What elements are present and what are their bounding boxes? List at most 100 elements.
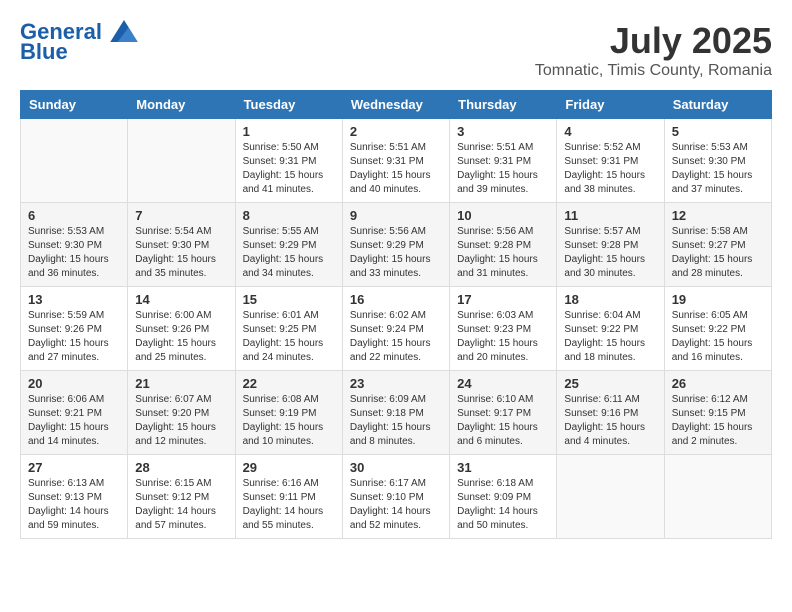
day-number: 23: [350, 376, 442, 391]
calendar-cell: 31 Sunrise: 6:18 AMSunset: 9:09 PMDayligh…: [450, 455, 557, 539]
day-number: 9: [350, 208, 442, 223]
day-number: 10: [457, 208, 549, 223]
day-number: 11: [564, 208, 656, 223]
day-info: Sunrise: 5:53 AMSunset: 9:30 PMDaylight:…: [672, 141, 764, 197]
day-number: 28: [135, 460, 227, 475]
calendar-cell: 3 Sunrise: 5:51 AMSunset: 9:31 PMDaylight…: [450, 119, 557, 203]
calendar-cell: [557, 455, 664, 539]
day-info: Sunrise: 5:51 AMSunset: 9:31 PMDaylight:…: [457, 141, 549, 197]
day-info: Sunrise: 5:53 AMSunset: 9:30 PMDaylight:…: [28, 225, 120, 281]
calendar-cell: 30 Sunrise: 6:17 AMSunset: 9:10 PMDayligh…: [342, 455, 449, 539]
day-info: Sunrise: 6:18 AMSunset: 9:09 PMDaylight:…: [457, 477, 549, 533]
calendar-cell: 9 Sunrise: 5:56 AMSunset: 9:29 PMDaylight…: [342, 203, 449, 287]
calendar-cell: 6 Sunrise: 5:53 AMSunset: 9:30 PMDaylight…: [21, 203, 128, 287]
calendar-cell: 19 Sunrise: 6:05 AMSunset: 9:22 PMDayligh…: [664, 287, 771, 371]
day-number: 18: [564, 292, 656, 307]
calendar-cell: 16Sunrise: 6:02 AMSunset: 9:24 PMDayligh…: [342, 287, 449, 371]
calendar-table: SundayMondayTuesdayWednesdayThursdayFrid…: [20, 90, 772, 539]
day-info: Sunrise: 6:12 AMSunset: 9:15 PMDaylight:…: [672, 393, 764, 449]
title-area: July 2025 Tomnatic, Timis County, Romani…: [535, 20, 772, 80]
location-subtitle: Tomnatic, Timis County, Romania: [535, 62, 772, 80]
column-header-monday: Monday: [128, 91, 235, 119]
calendar-cell: 25 Sunrise: 6:11 AMSunset: 9:16 PMDayligh…: [557, 371, 664, 455]
column-header-tuesday: Tuesday: [235, 91, 342, 119]
day-number: 15: [243, 292, 335, 307]
column-header-sunday: Sunday: [21, 91, 128, 119]
day-info: Sunrise: 6:13 AMSunset: 9:13 PMDaylight:…: [28, 477, 120, 533]
day-info: Sunrise: 6:02 AMSunset: 9:24 PMDaylight:…: [350, 309, 442, 365]
calendar-week-row: 1 Sunrise: 5:50 AMSunset: 9:31 PMDaylight…: [21, 119, 772, 203]
day-info: Sunrise: 6:09 AMSunset: 9:18 PMDaylight:…: [350, 393, 442, 449]
day-info: Sunrise: 6:10 AMSunset: 9:17 PMDaylight:…: [457, 393, 549, 449]
day-number: 6: [28, 208, 120, 223]
day-number: 4: [564, 124, 656, 139]
calendar-cell: 22Sunrise: 6:08 AMSunset: 9:19 PMDayligh…: [235, 371, 342, 455]
month-title: July 2025: [535, 20, 772, 62]
day-info: Sunrise: 6:00 AMSunset: 9:26 PMDaylight:…: [135, 309, 227, 365]
calendar-cell: 18Sunrise: 6:04 AMSunset: 9:22 PMDayligh…: [557, 287, 664, 371]
day-number: 13: [28, 292, 120, 307]
calendar-cell: 11 Sunrise: 5:57 AMSunset: 9:28 PMDayligh…: [557, 203, 664, 287]
day-info: Sunrise: 6:06 AMSunset: 9:21 PMDaylight:…: [28, 393, 120, 449]
page-header: General Blue July 2025 Tomnatic, Timis C…: [20, 20, 772, 80]
day-number: 3: [457, 124, 549, 139]
day-number: 2: [350, 124, 442, 139]
day-info: Sunrise: 5:52 AMSunset: 9:31 PMDaylight:…: [564, 141, 656, 197]
day-info: Sunrise: 6:05 AMSunset: 9:22 PMDaylight:…: [672, 309, 764, 365]
day-number: 22: [243, 376, 335, 391]
day-number: 29: [243, 460, 335, 475]
day-number: 1: [243, 124, 335, 139]
calendar-cell: 28 Sunrise: 6:15 AMSunset: 9:12 PMDayligh…: [128, 455, 235, 539]
day-number: 19: [672, 292, 764, 307]
calendar-cell: 27 Sunrise: 6:13 AMSunset: 9:13 PMDayligh…: [21, 455, 128, 539]
day-number: 14: [135, 292, 227, 307]
calendar-cell: 2 Sunrise: 5:51 AMSunset: 9:31 PMDaylight…: [342, 119, 449, 203]
day-info: Sunrise: 6:15 AMSunset: 9:12 PMDaylight:…: [135, 477, 227, 533]
day-number: 8: [243, 208, 335, 223]
calendar-week-row: 13 Sunrise: 5:59 AMSunset: 9:26 PMDayligh…: [21, 287, 772, 371]
calendar-cell: [21, 119, 128, 203]
calendar-cell: [128, 119, 235, 203]
day-info: Sunrise: 5:55 AMSunset: 9:29 PMDaylight:…: [243, 225, 335, 281]
day-info: Sunrise: 5:56 AMSunset: 9:29 PMDaylight:…: [350, 225, 442, 281]
day-info: Sunrise: 6:03 AMSunset: 9:23 PMDaylight:…: [457, 309, 549, 365]
day-info: Sunrise: 5:57 AMSunset: 9:28 PMDaylight:…: [564, 225, 656, 281]
day-number: 26: [672, 376, 764, 391]
day-number: 27: [28, 460, 120, 475]
day-info: Sunrise: 6:16 AMSunset: 9:11 PMDaylight:…: [243, 477, 335, 533]
calendar-cell: 20 Sunrise: 6:06 AMSunset: 9:21 PMDayligh…: [21, 371, 128, 455]
calendar-cell: 15 Sunrise: 6:01 AMSunset: 9:25 PMDayligh…: [235, 287, 342, 371]
day-info: Sunrise: 5:59 AMSunset: 9:26 PMDaylight:…: [28, 309, 120, 365]
calendar-cell: 23 Sunrise: 6:09 AMSunset: 9:18 PMDayligh…: [342, 371, 449, 455]
column-header-thursday: Thursday: [450, 91, 557, 119]
day-info: Sunrise: 5:56 AMSunset: 9:28 PMDaylight:…: [457, 225, 549, 281]
calendar-week-row: 27 Sunrise: 6:13 AMSunset: 9:13 PMDayligh…: [21, 455, 772, 539]
calendar-cell: 10 Sunrise: 5:56 AMSunset: 9:28 PMDayligh…: [450, 203, 557, 287]
day-number: 21: [135, 376, 227, 391]
calendar-cell: 26 Sunrise: 6:12 AMSunset: 9:15 PMDayligh…: [664, 371, 771, 455]
day-info: Sunrise: 5:54 AMSunset: 9:30 PMDaylight:…: [135, 225, 227, 281]
calendar-cell: 14 Sunrise: 6:00 AMSunset: 9:26 PMDayligh…: [128, 287, 235, 371]
calendar-cell: 13 Sunrise: 5:59 AMSunset: 9:26 PMDayligh…: [21, 287, 128, 371]
calendar-cell: 8 Sunrise: 5:55 AMSunset: 9:29 PMDaylight…: [235, 203, 342, 287]
day-info: Sunrise: 6:11 AMSunset: 9:16 PMDaylight:…: [564, 393, 656, 449]
calendar-cell: 4 Sunrise: 5:52 AMSunset: 9:31 PMDaylight…: [557, 119, 664, 203]
day-number: 30: [350, 460, 442, 475]
day-number: 31: [457, 460, 549, 475]
day-number: 24: [457, 376, 549, 391]
calendar-cell: 21 Sunrise: 6:07 AMSunset: 9:20 PMDayligh…: [128, 371, 235, 455]
calendar-week-row: 6 Sunrise: 5:53 AMSunset: 9:30 PMDaylight…: [21, 203, 772, 287]
calendar-cell: 1 Sunrise: 5:50 AMSunset: 9:31 PMDaylight…: [235, 119, 342, 203]
day-info: Sunrise: 5:51 AMSunset: 9:31 PMDaylight:…: [350, 141, 442, 197]
day-number: 20: [28, 376, 120, 391]
day-info: Sunrise: 6:17 AMSunset: 9:10 PMDaylight:…: [350, 477, 442, 533]
calendar-cell: 24 Sunrise: 6:10 AMSunset: 9:17 PMDayligh…: [450, 371, 557, 455]
day-info: Sunrise: 5:50 AMSunset: 9:31 PMDaylight:…: [243, 141, 335, 197]
calendar-cell: 12Sunrise: 5:58 AMSunset: 9:27 PMDayligh…: [664, 203, 771, 287]
calendar-cell: 7Sunrise: 5:54 AMSunset: 9:30 PMDaylight…: [128, 203, 235, 287]
calendar-week-row: 20 Sunrise: 6:06 AMSunset: 9:21 PMDayligh…: [21, 371, 772, 455]
day-info: Sunrise: 6:01 AMSunset: 9:25 PMDaylight:…: [243, 309, 335, 365]
day-info: Sunrise: 6:07 AMSunset: 9:20 PMDaylight:…: [135, 393, 227, 449]
day-number: 25: [564, 376, 656, 391]
calendar-cell: [664, 455, 771, 539]
